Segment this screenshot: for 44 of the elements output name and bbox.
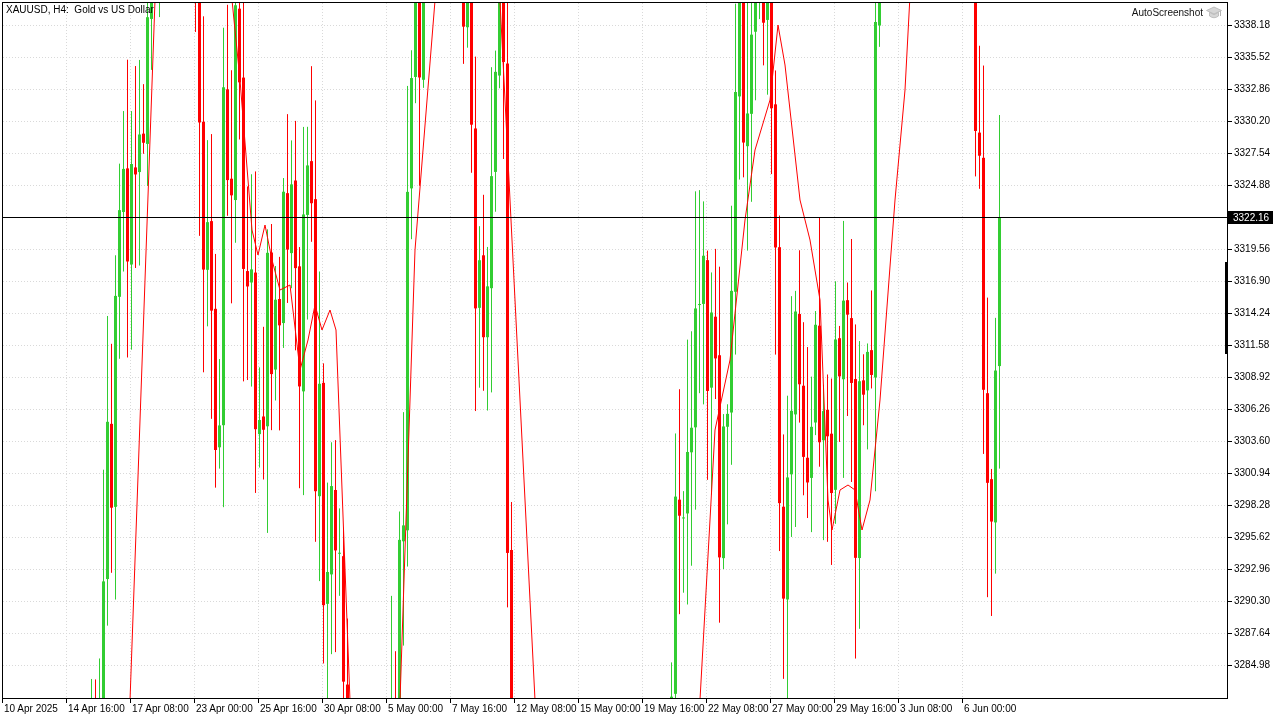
time-axis-label: 15 May 00:00 — [579, 703, 641, 714]
time-axis-label: 17 Apr 08:00 — [131, 703, 189, 714]
time-axis-label: 30 Apr 08:00 — [323, 703, 381, 714]
time-axis-label: 12 May 08:00 — [515, 703, 577, 714]
time-axis-label: 19 May 16:00 — [643, 703, 705, 714]
bearish-candle — [762, 3, 765, 66]
graduation-cap-icon — [1206, 6, 1222, 20]
time-axis-label: 5 May 00:00 — [387, 703, 444, 714]
price-axis-label: 3295.62 — [1233, 531, 1271, 543]
time-axis-label: 23 Apr 00:00 — [195, 703, 253, 714]
price-axis-label: 3332.86 — [1233, 83, 1271, 95]
time-axis-label: 22 May 08:00 — [707, 703, 769, 714]
bearish-candle — [862, 354, 865, 426]
time-axis-label: 6 Jun 00:00 — [963, 703, 1017, 714]
price-axis-label: 3287.64 — [1233, 627, 1271, 639]
time-axis-label: 27 May 00:00 — [771, 703, 833, 714]
price-axis-label: 3330.20 — [1233, 115, 1271, 127]
price-axis-label: 3335.52 — [1233, 51, 1271, 63]
bearish-candle — [462, 3, 465, 64]
time-axis-label: 25 Apr 16:00 — [259, 703, 317, 714]
price-axis-label: 3338.18 — [1233, 19, 1271, 31]
time-axis-label: 3 Jun 08:00 — [899, 703, 953, 714]
price-axis-label: 3308.92 — [1233, 371, 1271, 383]
price-axis-label: 3284.98 — [1233, 659, 1271, 671]
time-axis-label: 14 Apr 16:00 — [67, 703, 125, 714]
current-price-label: 3322.16 — [1228, 211, 1274, 225]
bullish-candle — [466, 3, 469, 48]
autoscreenshot-label: AutoScreenshot — [1131, 7, 1203, 19]
price-axis-label: 3327.54 — [1233, 147, 1271, 159]
price-axis-label: 3316.90 — [1233, 275, 1271, 287]
price-axis-label: 3311.58 — [1233, 339, 1270, 351]
price-axis-label: 3324.88 — [1233, 179, 1271, 191]
time-axis-label: 10 Apr 2025 — [3, 703, 58, 714]
time-axis-label: 7 May 16:00 — [451, 703, 508, 714]
price-axis-label: 3298.28 — [1233, 499, 1271, 511]
price-axis-label: 3303.60 — [1233, 435, 1271, 447]
bearish-candle — [142, 84, 145, 154]
price-axis-label: 3290.30 — [1233, 595, 1271, 607]
price-axis-label: 3292.96 — [1233, 563, 1271, 575]
price-axis-label: 3319.56 — [1233, 243, 1271, 255]
time-axis-label: 29 May 16:00 — [835, 703, 897, 714]
price-axis-label: 3314.24 — [1233, 307, 1271, 319]
price-axis-label: 3300.94 — [1233, 467, 1271, 479]
price-axis-label: 3306.26 — [1233, 403, 1271, 415]
